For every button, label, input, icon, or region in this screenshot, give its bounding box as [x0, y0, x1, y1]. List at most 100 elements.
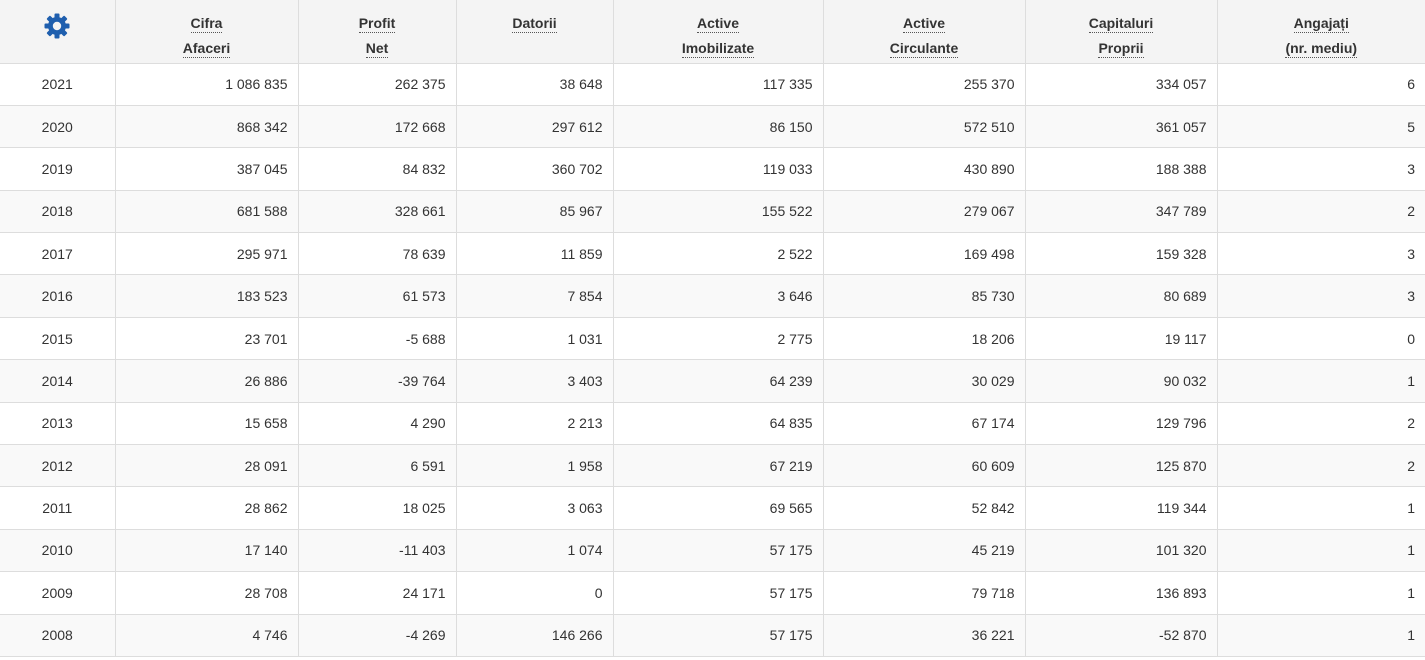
header-row: Cifra Afaceri Profit Net Datorii Active …: [0, 0, 1425, 64]
gear-tooth: [63, 23, 70, 29]
active-circulante-cell: 279 067: [822, 189, 1026, 234]
year-cell: 2019: [0, 147, 116, 191]
table-row: 2012 28 091 6 591 1 958 67 219 60 609 125 870 2: [0, 444, 1425, 488]
gear-icon[interactable]: [43, 12, 71, 40]
column-header-capitaluri-proprii[interactable]: Capitaluri Proprii: [1024, 0, 1218, 64]
active-imobilizate-cell: 117 335: [612, 62, 824, 106]
profit-net-cell: -39 764: [297, 359, 457, 403]
column-header-cifra-afaceri[interactable]: Cifra Afaceri: [114, 0, 299, 64]
active-imobilizate-cell: 69 565: [612, 486, 824, 530]
gear-tooth: [44, 23, 51, 29]
angajati-cell: 1: [1216, 571, 1425, 615]
year-cell: 2021: [0, 62, 116, 106]
active-circulante-cell: 52 842: [822, 486, 1026, 530]
year-cell: 2013: [0, 401, 116, 446]
table-row: 2016 183 523 61 573 7 854 3 646 85 730 80 689 3: [0, 274, 1425, 318]
table-row: 2015 23 701 -5 688 1 031 2 775 18 206 19 117 0: [0, 316, 1425, 361]
angajati-cell: 3: [1216, 274, 1425, 318]
capitaluri-proprii-cell: 159 328: [1024, 232, 1218, 276]
year-cell: 2012: [0, 444, 116, 488]
year-cell: 2015: [0, 316, 116, 361]
table-row: 2009 28 708 24 171 0 57 175 79 718 136 893 1: [0, 571, 1425, 615]
year-cell: 2018: [0, 189, 116, 234]
active-imobilizate-cell: 57 175: [612, 571, 824, 615]
angajati-cell: 6: [1216, 62, 1425, 106]
active-circulante-cell: 572 510: [822, 104, 1026, 149]
column-header-line2: Proprii: [1098, 40, 1144, 58]
active-imobilizate-cell: 86 150: [612, 104, 824, 149]
active-circulante-cell: 67 174: [822, 401, 1026, 446]
active-circulante-cell: 45 219: [822, 528, 1026, 573]
capitaluri-proprii-cell: 136 893: [1024, 571, 1218, 615]
datorii-cell: 85 967: [455, 189, 614, 234]
year-cell: 2008: [0, 613, 116, 657]
active-imobilizate-cell: 64 835: [612, 401, 824, 446]
datorii-cell: 3 063: [455, 486, 614, 530]
profit-net-cell: -5 688: [297, 316, 457, 361]
active-imobilizate-cell: 57 175: [612, 613, 824, 657]
profit-net-cell: 172 668: [297, 104, 457, 149]
column-header-line2: Net: [365, 40, 389, 58]
year-cell: 2016: [0, 274, 116, 318]
datorii-cell: 297 612: [455, 104, 614, 149]
datorii-cell: 1 074: [455, 528, 614, 573]
column-header-datorii[interactable]: Datorii: [455, 0, 614, 64]
table-row: 2010 17 140 -11 403 1 074 57 175 45 219 101 32…: [0, 528, 1425, 573]
profit-net-cell: 4 290: [297, 401, 457, 446]
angajati-cell: 1: [1216, 528, 1425, 573]
active-imobilizate-cell: 2 775: [612, 316, 824, 361]
cifra-afaceri-cell: 23 701: [114, 316, 299, 361]
capitaluri-proprii-cell: 119 344: [1024, 486, 1218, 530]
angajati-cell: 1: [1216, 486, 1425, 530]
active-circulante-cell: 36 221: [822, 613, 1026, 657]
capitaluri-proprii-cell: 334 057: [1024, 62, 1218, 106]
column-header-active-imobilizate[interactable]: Active Imobilizate: [612, 0, 824, 64]
column-header-profit-net[interactable]: Profit Net: [297, 0, 457, 64]
cifra-afaceri-cell: 868 342: [114, 104, 299, 149]
datorii-cell: 360 702: [455, 147, 614, 191]
cifra-afaceri-cell: 28 862: [114, 486, 299, 530]
column-header-line1: Profit: [358, 15, 396, 33]
cifra-afaceri-cell: 1 086 835: [114, 62, 299, 106]
active-imobilizate-cell: 3 646: [612, 274, 824, 318]
column-header-line1: Active: [902, 15, 946, 33]
year-cell: 2011: [0, 486, 116, 530]
profit-net-cell: -11 403: [297, 528, 457, 573]
cifra-afaceri-cell: 17 140: [114, 528, 299, 573]
cifra-afaceri-cell: 681 588: [114, 189, 299, 234]
table-row: 2013 15 658 4 290 2 213 64 835 67 174 129 796 2: [0, 401, 1425, 446]
active-imobilizate-cell: 67 219: [612, 444, 824, 488]
table-header: Cifra Afaceri Profit Net Datorii Active …: [0, 0, 1425, 64]
profit-net-cell: 61 573: [297, 274, 457, 318]
table-row: 2018 681 588 328 661 85 967 155 522 279 067 34…: [0, 189, 1425, 234]
angajati-cell: 3: [1216, 147, 1425, 191]
angajati-cell: 1: [1216, 613, 1425, 657]
active-circulante-cell: 169 498: [822, 232, 1026, 276]
capitaluri-proprii-cell: 101 320: [1024, 528, 1218, 573]
year-cell: 2014: [0, 359, 116, 403]
profit-net-cell: 6 591: [297, 444, 457, 488]
datorii-cell: 2 213: [455, 401, 614, 446]
column-header-line1: Capitaluri: [1088, 15, 1154, 33]
datorii-cell: 38 648: [455, 62, 614, 106]
year-cell: 2010: [0, 528, 116, 573]
capitaluri-proprii-cell: 80 689: [1024, 274, 1218, 318]
cifra-afaceri-cell: 295 971: [114, 232, 299, 276]
column-header-active-circulante[interactable]: Active Circulante: [822, 0, 1026, 64]
financial-table: Cifra Afaceri Profit Net Datorii Active …: [0, 0, 1425, 657]
column-header-angajati[interactable]: Angajați (nr. mediu): [1216, 0, 1425, 64]
column-header-line1: Datorii: [512, 15, 557, 33]
column-header-line2: (nr. mediu): [1285, 40, 1358, 58]
gear-tooth: [54, 13, 60, 20]
active-imobilizate-cell: 57 175: [612, 528, 824, 573]
table-row: 2019 387 045 84 832 360 702 119 033 430 890 18…: [0, 147, 1425, 191]
cifra-afaceri-cell: 26 886: [114, 359, 299, 403]
capitaluri-proprii-cell: 19 117: [1024, 316, 1218, 361]
active-imobilizate-cell: 2 522: [612, 232, 824, 276]
year-cell: 2017: [0, 232, 116, 276]
datorii-cell: 0: [455, 571, 614, 615]
profit-net-cell: 78 639: [297, 232, 457, 276]
capitaluri-proprii-cell: 129 796: [1024, 401, 1218, 446]
active-circulante-cell: 79 718: [822, 571, 1026, 615]
table-row: 2020 868 342 172 668 297 612 86 150 572 510 36…: [0, 104, 1425, 149]
